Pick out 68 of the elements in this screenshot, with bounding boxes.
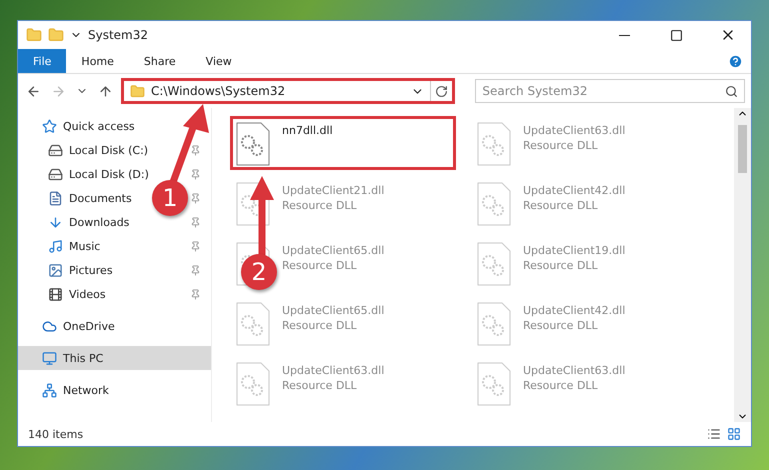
large-icons-view-icon[interactable]: [727, 427, 741, 441]
ribbon-tab[interactable]: Home: [66, 49, 129, 73]
dll-file-icon: [477, 182, 511, 226]
scrollbar[interactable]: [734, 108, 751, 422]
sidebar-item[interactable]: Local Disk (C:): [69, 144, 148, 156]
refresh-icon: [435, 84, 448, 98]
help-icon[interactable]: [728, 54, 743, 68]
file-type: Resource DLL: [282, 199, 357, 212]
forward-arrow-icon: [51, 84, 66, 98]
dll-file-icon: [477, 362, 511, 406]
pin-icon[interactable]: [190, 288, 201, 300]
file-type: Resource DLL: [282, 259, 357, 272]
maximize-icon: [670, 28, 682, 42]
film-icon: [48, 286, 63, 302]
file-type: Resource DLL: [282, 379, 357, 392]
document-icon: [48, 190, 63, 206]
network-icon: [42, 382, 57, 398]
details-view-icon[interactable]: [707, 427, 721, 441]
ribbon-tab[interactable]: Share: [128, 49, 191, 73]
star-icon: [42, 118, 57, 134]
dll-file-icon: [477, 302, 511, 346]
search-icon: [725, 84, 738, 98]
item-count: 140 items: [28, 428, 84, 440]
minimize-icon: [618, 34, 630, 36]
file-type: Resource DLL: [523, 139, 598, 152]
dll-file-icon: [236, 122, 270, 166]
sidebar-item[interactable]: Documents: [69, 192, 132, 204]
sidebar-item[interactable]: Local Disk (D:): [69, 168, 149, 180]
file-type: Resource DLL: [523, 199, 598, 212]
ribbon-tab[interactable]: View: [190, 49, 247, 73]
file-type: Resource DLL: [523, 259, 598, 272]
picture-icon: [48, 262, 63, 278]
sidebar-item[interactable]: This PC: [63, 352, 104, 364]
sidebar-item[interactable]: Videos: [69, 288, 106, 300]
pin-icon[interactable]: [190, 144, 201, 156]
scroll-thumb[interactable]: [738, 125, 747, 173]
address-bar[interactable]: C:\Windows\System32: [121, 78, 456, 104]
pin-icon[interactable]: [190, 216, 201, 228]
sidebar-item[interactable]: Music: [69, 240, 100, 252]
dll-file-icon: [477, 242, 511, 286]
pin-icon[interactable]: [190, 240, 201, 252]
drive-icon: [48, 166, 63, 182]
sidebar-item[interactable]: Network: [63, 384, 109, 396]
file-name[interactable]: nn7dll.dll: [282, 124, 333, 137]
search-field[interactable]: Search System32: [475, 79, 745, 103]
ribbon-tab[interactable]: File: [18, 49, 66, 73]
music-note-icon: [48, 238, 63, 254]
sidebar-item[interactable]: Pictures: [69, 264, 113, 276]
monitor-icon: [42, 350, 57, 366]
window-title: System32: [88, 28, 150, 42]
download-arrow-icon: [48, 214, 63, 230]
sidebar-item[interactable]: OneDrive: [63, 320, 115, 332]
sidebar-item[interactable]: Quick access: [63, 120, 135, 132]
drive-icon: [48, 142, 63, 158]
file-type: Resource DLL: [523, 379, 598, 392]
dll-file-icon: [477, 122, 511, 166]
file-type: Resource DLL: [523, 319, 598, 332]
folder-icon: [130, 84, 145, 98]
dll-file-icon: [236, 302, 270, 346]
folder-icon[interactable]: [48, 27, 64, 43]
pin-icon[interactable]: [190, 192, 201, 204]
cloud-icon: [42, 318, 57, 334]
pin-icon[interactable]: [190, 264, 201, 276]
file-type: Resource DLL: [282, 319, 357, 332]
sidebar-item[interactable]: Downloads: [69, 216, 130, 228]
folder-icon[interactable]: [26, 27, 42, 43]
dll-file-icon: [236, 362, 270, 406]
pin-icon[interactable]: [190, 168, 201, 180]
